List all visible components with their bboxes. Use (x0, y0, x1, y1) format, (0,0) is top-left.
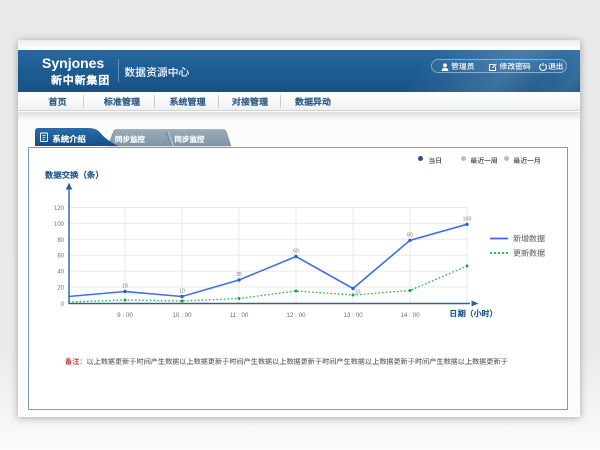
svg-text:18: 18 (122, 284, 128, 290)
svg-text:60: 60 (293, 249, 299, 255)
svg-text:日期（小时）: 日期（小时） (450, 309, 498, 319)
svg-text:9 : 00: 9 : 00 (117, 312, 133, 319)
svg-text:14 : 00: 14 : 00 (400, 312, 420, 319)
svg-text:0: 0 (61, 302, 65, 308)
svg-text:11 : 00: 11 : 00 (230, 312, 249, 319)
svg-text:10: 10 (179, 289, 185, 295)
svg-text:120: 120 (54, 206, 65, 212)
svg-text:80: 80 (407, 233, 413, 239)
svg-text:新增数据: 新增数据 (513, 234, 545, 244)
svg-text:20: 20 (57, 286, 64, 292)
svg-text:60: 60 (57, 254, 64, 260)
svg-text:10: 10 (355, 290, 361, 296)
svg-text:更新数据: 更新数据 (513, 249, 545, 258)
svg-text:13 : 00: 13 : 00 (343, 312, 363, 319)
svg-text:40: 40 (57, 270, 64, 276)
svg-text:12 : 00: 12 : 00 (286, 312, 306, 319)
svg-text:80: 80 (57, 238, 64, 244)
svg-text:35: 35 (236, 272, 242, 278)
svg-text:10 : 00: 10 : 00 (172, 312, 192, 319)
svg-text:100: 100 (54, 222, 65, 228)
svg-text:100: 100 (463, 217, 472, 223)
